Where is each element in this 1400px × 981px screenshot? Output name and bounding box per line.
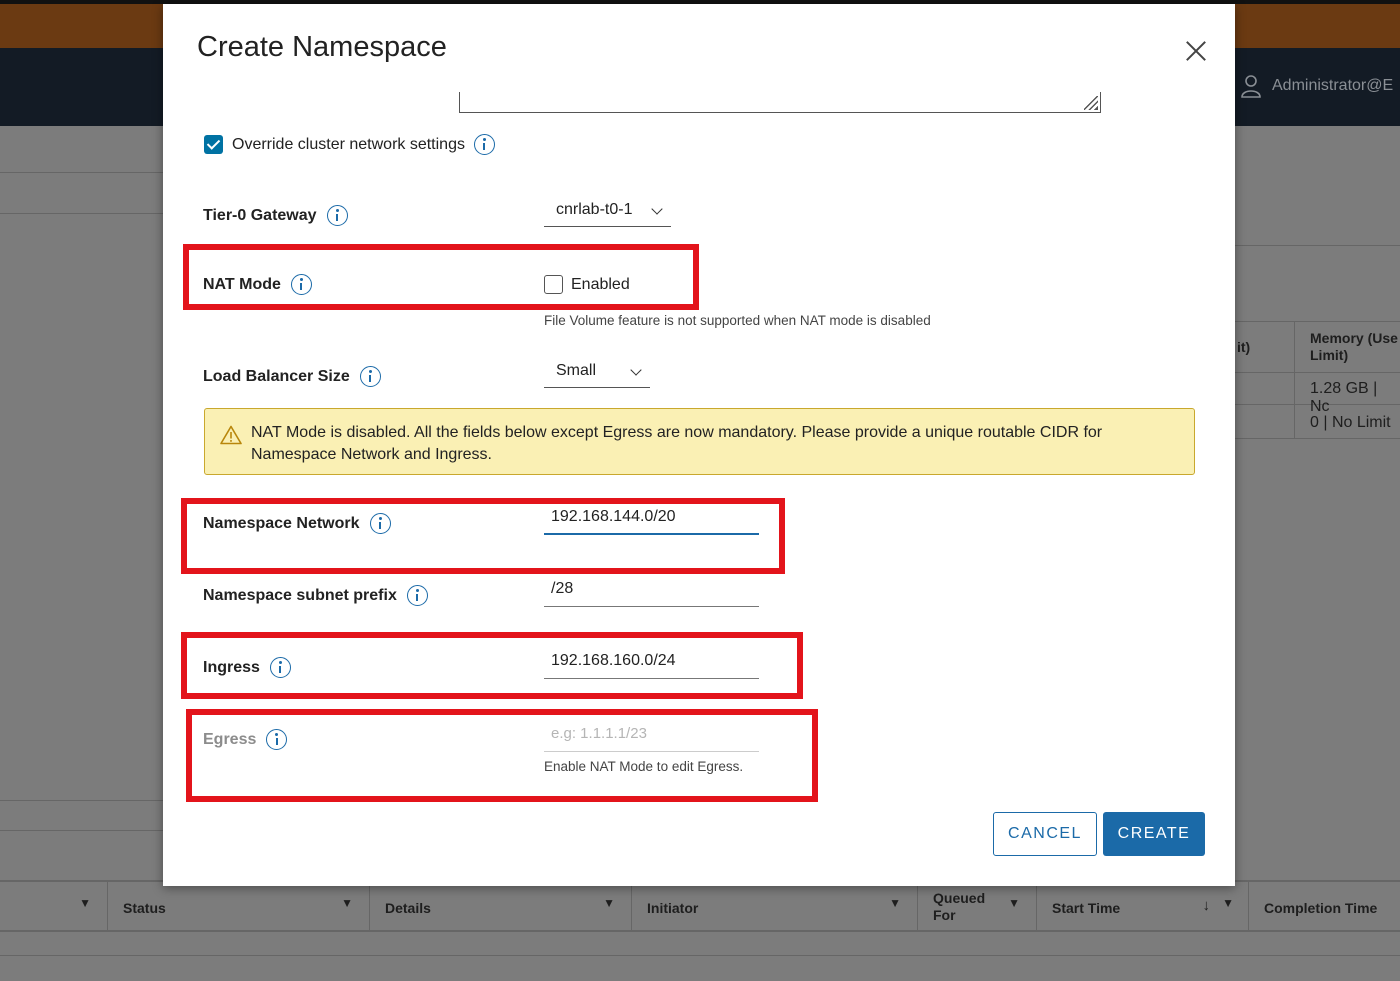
nat-warning-alert: NAT Mode is disabled. All the fields bel… xyxy=(204,408,1195,475)
filter-icon[interactable]: ▼ xyxy=(889,896,901,910)
resize-handle-icon[interactable] xyxy=(1084,96,1098,110)
user-name: Administrator@E xyxy=(1272,77,1394,94)
tier0-gateway-select[interactable]: cnrlab-t0-1 xyxy=(544,201,671,227)
divider xyxy=(1235,438,1400,439)
info-icon[interactable] xyxy=(473,134,495,155)
filter-icon[interactable]: ▼ xyxy=(1008,896,1020,910)
memory-cell: 1.28 GB | Nc xyxy=(1310,380,1378,415)
override-label: Override cluster network settings xyxy=(232,135,465,153)
highlight-egress xyxy=(186,709,818,802)
divider xyxy=(0,172,163,173)
create-button[interactable]: CREATE xyxy=(1103,812,1205,856)
tasks-table-header: ▼ Status ▼ Details ▼ Initiator ▼ Queued … xyxy=(0,880,1400,932)
dialog-title: Create Namespace xyxy=(197,31,447,63)
user-menu[interactable]: Administrator@E xyxy=(1240,74,1393,98)
column-header-details[interactable]: Details ▼ xyxy=(370,882,632,932)
nat-mode-helper-text: File Volume feature is not supported whe… xyxy=(544,313,931,328)
highlight-ingress xyxy=(181,632,803,699)
divider xyxy=(0,830,163,831)
warning-icon xyxy=(220,425,242,445)
tier0-gateway-label-row: Tier-0 Gateway xyxy=(203,205,348,226)
column-header-start-time[interactable]: Start Time ▼ ↓ xyxy=(1037,882,1249,932)
create-namespace-dialog: Create Namespace Override cluster networ… xyxy=(163,4,1235,886)
override-network-settings: Override cluster network settings xyxy=(204,134,495,155)
filter-icon[interactable]: ▼ xyxy=(1222,896,1234,910)
info-icon[interactable] xyxy=(406,585,428,606)
divider xyxy=(1235,321,1400,322)
divider xyxy=(0,955,1400,956)
close-icon[interactable] xyxy=(1185,40,1207,62)
divider xyxy=(0,213,163,214)
divider xyxy=(1235,372,1400,373)
cancel-button[interactable]: CANCEL xyxy=(993,812,1097,856)
sort-down-icon[interactable]: ↓ xyxy=(1203,897,1211,914)
filter-icon[interactable]: ▼ xyxy=(79,896,91,910)
description-textarea[interactable] xyxy=(459,92,1101,113)
user-icon xyxy=(1241,75,1261,98)
alert-message: NAT Mode is disabled. All the fields bel… xyxy=(251,424,1103,463)
column-header-queued[interactable]: Queued For ▼ xyxy=(918,882,1037,932)
column-header[interactable]: ▼ xyxy=(0,882,108,932)
filter-icon[interactable]: ▼ xyxy=(341,896,353,910)
highlight-nat-mode xyxy=(183,244,699,310)
memory-cell: 0 | No Limit xyxy=(1310,414,1391,431)
subnet-prefix-label-row: Namespace subnet prefix xyxy=(203,585,428,606)
override-checkbox[interactable] xyxy=(204,135,223,154)
column-header-completion-time[interactable]: Completion Time xyxy=(1249,882,1400,932)
memory-column-header: Memory (Use Limit) xyxy=(1310,330,1398,363)
column-header-status[interactable]: Status ▼ xyxy=(108,882,370,932)
divider xyxy=(0,800,163,801)
divider xyxy=(1235,245,1400,246)
lb-size-label-row: Load Balancer Size xyxy=(203,366,381,387)
lb-size-select[interactable]: Small xyxy=(544,362,650,388)
filter-icon[interactable]: ▼ xyxy=(603,896,615,910)
info-icon[interactable] xyxy=(326,205,348,226)
column-header-initiator[interactable]: Initiator ▼ xyxy=(632,882,918,932)
table-header-partial: it) xyxy=(1237,339,1251,355)
subnet-prefix-input[interactable]: /28 xyxy=(544,580,759,607)
divider xyxy=(1294,322,1295,438)
chevron-down-icon xyxy=(630,364,642,376)
chevron-down-icon xyxy=(651,203,663,215)
highlight-namespace-network xyxy=(181,498,785,574)
info-icon[interactable] xyxy=(359,366,381,387)
